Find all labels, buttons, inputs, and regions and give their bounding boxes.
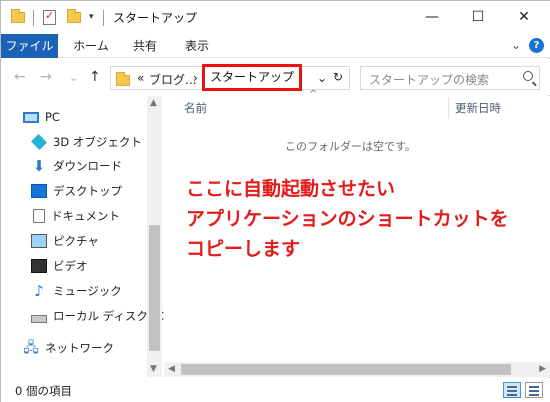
status-bar: 0 個の項目: [1, 378, 550, 402]
explorer-window: ▾ スタートアップ — ☐ ✕ ファイル ホーム 共有 表示 ⌄ ? ← → ⌄…: [0, 0, 550, 402]
address-toolbar: ← → ⌄ ↑ « ブログ... › スタートアップ ⌄ ↻ スタートアップの検…: [1, 59, 550, 95]
nav-item-local-disk[interactable]: ローカル ディスク (C: [31, 306, 164, 326]
file-list-pane[interactable]: ^ 名前 更新日時 このフォルダーは空です。 ここに自動起動させたい アプリケー…: [164, 89, 550, 377]
pc-icon: [23, 111, 39, 123]
nav-item-label: ダウンロード: [53, 159, 122, 173]
search-input[interactable]: スタートアップの検索: [369, 71, 489, 88]
download-icon: ⬇: [32, 157, 46, 175]
ribbon-tabs: ファイル ホーム 共有 表示 ⌄ ?: [1, 34, 550, 58]
folder-icon: [116, 72, 130, 86]
nav-item-documents[interactable]: ドキュメント: [31, 206, 120, 226]
scroll-left-icon[interactable]: ◀: [168, 364, 175, 374]
local-disk-icon: [31, 315, 47, 323]
breadcrumb-separator[interactable]: ›: [193, 71, 198, 85]
help-icon[interactable]: ?: [529, 38, 544, 53]
nav-pane-scrollbar[interactable]: ▲ ▼: [147, 96, 162, 377]
3d-objects-icon: [31, 134, 47, 150]
breadcrumb-overflow[interactable]: «: [137, 71, 144, 85]
title-bar: ▾ スタートアップ — ☐ ✕: [1, 1, 550, 34]
tab-share[interactable]: 共有: [127, 34, 163, 58]
nav-item-label: PC: [45, 110, 60, 124]
nav-item-pictures[interactable]: ピクチャ: [31, 231, 99, 251]
column-divider[interactable]: [448, 97, 449, 118]
nav-item-music[interactable]: ♪ ミュージック: [31, 281, 122, 301]
tab-home[interactable]: ホーム: [71, 34, 111, 58]
nav-item-downloads[interactable]: ⬇ ダウンロード: [31, 156, 122, 176]
nav-item-label: ドキュメント: [51, 209, 120, 223]
annotation-line-2: アプリケーションのショートカットを: [186, 208, 509, 230]
annotation-line-1: ここに自動起動させたい: [186, 178, 396, 200]
nav-item-videos[interactable]: ビデオ: [31, 256, 88, 276]
window-title: スタートアップ: [113, 11, 198, 25]
address-bar[interactable]: « ブログ... › スタートアップ ⌄ ↻: [110, 64, 350, 91]
documents-icon: [33, 209, 45, 223]
details-view-icon[interactable]: [503, 382, 521, 398]
nav-item-network[interactable]: 🖧 ネットワーク: [23, 338, 114, 358]
search-box[interactable]: スタートアップの検索: [360, 66, 540, 90]
toolbar-divider: [33, 10, 34, 26]
nav-item-label: ビデオ: [53, 259, 88, 273]
expand-ribbon-icon[interactable]: ⌄: [511, 38, 521, 52]
quick-access-folder-icon[interactable]: [11, 8, 25, 26]
customize-toolbar-icon[interactable]: ▾: [89, 8, 94, 26]
network-icon: 🖧: [23, 340, 39, 356]
scrollbar-thumb[interactable]: [149, 225, 160, 351]
music-icon: ♪: [34, 282, 44, 300]
desktop-icon: [31, 184, 47, 198]
tab-file[interactable]: ファイル: [1, 34, 58, 58]
scroll-up-icon[interactable]: ▲: [150, 98, 157, 108]
refresh-icon[interactable]: ↻: [333, 70, 343, 84]
search-icon: [523, 71, 533, 81]
scroll-right-icon[interactable]: ▶: [539, 364, 546, 374]
breadcrumb-current[interactable]: スタートアップ: [202, 64, 303, 91]
nav-item-pc[interactable]: PC: [23, 107, 60, 127]
properties-icon[interactable]: [43, 8, 56, 26]
column-header-date-modified[interactable]: 更新日時: [455, 100, 501, 116]
breadcrumb-parent[interactable]: ブログ...: [149, 71, 196, 88]
maximize-button[interactable]: ☐: [455, 1, 501, 33]
nav-item-label: ネットワーク: [45, 341, 114, 355]
nav-item-label: ピクチャ: [53, 234, 99, 248]
item-count: 0 個の項目: [15, 384, 72, 398]
large-icons-view-icon[interactable]: [525, 382, 543, 398]
empty-folder-message: このフォルダーは空です。: [285, 140, 416, 153]
forward-button[interactable]: →: [40, 69, 52, 85]
sort-indicator-icon: ^: [309, 89, 318, 100]
tab-view[interactable]: 表示: [179, 34, 215, 58]
scrollbar-thumb[interactable]: [181, 364, 511, 375]
nav-item-label: デスクトップ: [53, 184, 122, 198]
nav-item-desktop[interactable]: デスクトップ: [31, 181, 122, 201]
up-button[interactable]: ↑: [89, 69, 101, 85]
pictures-icon: [31, 234, 47, 248]
back-button[interactable]: ←: [14, 69, 26, 85]
new-folder-icon[interactable]: [67, 8, 81, 26]
column-header-name[interactable]: 名前: [184, 100, 207, 116]
scroll-down-icon[interactable]: ▼: [150, 364, 157, 374]
nav-item-label: 3D オブジェクト: [53, 135, 142, 149]
annotation-line-3: コピーします: [186, 238, 301, 260]
address-dropdown-icon[interactable]: ⌄: [317, 71, 327, 85]
file-list-horizontal-scrollbar[interactable]: ◀ ▶: [164, 362, 550, 377]
minimize-button[interactable]: —: [409, 1, 455, 33]
toolbar-divider: [103, 10, 104, 26]
close-button[interactable]: ✕: [501, 1, 547, 33]
navigation-pane: PC 3D オブジェクト ⬇ ダウンロード デスクトップ ドキュメント ピクチャ…: [1, 96, 164, 377]
nav-item-3d-objects[interactable]: 3D オブジェクト: [31, 132, 142, 152]
nav-item-label: ミュージック: [53, 284, 122, 298]
recent-locations-button[interactable]: ⌄: [69, 71, 78, 84]
videos-icon: [31, 259, 47, 273]
